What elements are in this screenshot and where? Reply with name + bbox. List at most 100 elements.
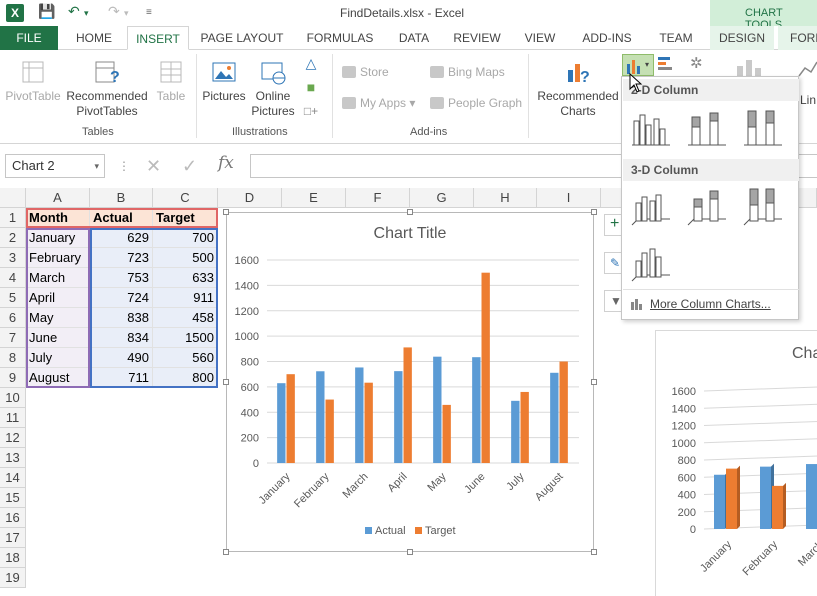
table-cell[interactable]: 500 [153,248,218,268]
redo-dropdown-icon[interactable]: ▾ [124,8,129,19]
table-cell[interactable]: 838 [90,308,153,328]
stacked-column-option[interactable] [686,107,728,149]
chart-resize-handle[interactable] [591,549,597,555]
table-cell[interactable]: 629 [90,228,153,248]
redo-icon[interactable]: ↷ [108,3,120,20]
recommended-charts-button[interactable]: ? Recommended Charts [534,58,622,119]
tab-page-layout[interactable]: PAGE LAYOUT [194,26,290,50]
column-header[interactable]: F [346,188,410,208]
insert-function-icon[interactable]: fx [218,153,234,173]
recommended-pivottables-button[interactable]: ? Recommended PivotTables [64,58,150,119]
table-cell[interactable]: 800 [153,368,218,388]
chart-resize-handle[interactable] [223,549,229,555]
cancel-formula-icon[interactable]: ✕ [146,156,161,177]
tab-team[interactable]: TEAM [650,26,702,50]
header-cell-target[interactable]: Target [153,208,218,228]
pivottable-button[interactable]: PivotTable [4,58,62,104]
chart-resize-handle[interactable] [223,379,229,385]
row-header[interactable]: 6 [0,308,26,328]
row-header[interactable]: 14 [0,468,26,488]
table-cell[interactable]: August [26,368,90,388]
row-header[interactable]: 18 [0,548,26,568]
tab-file[interactable]: FILE [0,26,58,50]
row-header[interactable]: 16 [0,508,26,528]
row-header[interactable]: 8 [0,348,26,368]
tab-data[interactable]: DATA [390,26,438,50]
table-cell[interactable]: February [26,248,90,268]
undo-dropdown-icon[interactable]: ▾ [84,8,89,19]
tab-view[interactable]: VIEW [516,26,564,50]
chart-resize-handle[interactable] [591,209,597,215]
smartart-button[interactable]: ■ [298,80,324,96]
column-header[interactable]: G [410,188,474,208]
table-cell[interactable]: July [26,348,90,368]
sparkline-line-button[interactable] [797,58,817,80]
row-header[interactable]: 9 [0,368,26,388]
tab-formulas[interactable]: FORMULAS [298,26,382,50]
100-stacked-column-option[interactable] [742,107,784,149]
row-header[interactable]: 5 [0,288,26,308]
more-column-charts-item[interactable]: More Column Charts... [630,297,771,311]
name-box-dropdown-icon[interactable]: ▾ [94,155,99,177]
3d-clustered-column-option[interactable] [630,185,672,227]
row-header[interactable]: 19 [0,568,26,588]
row-header[interactable]: 7 [0,328,26,348]
row-header[interactable]: 17 [0,528,26,548]
table-cell[interactable]: 753 [90,268,153,288]
column-header[interactable]: B [90,188,153,208]
column-header[interactable]: C [153,188,218,208]
table-cell[interactable]: 834 [90,328,153,348]
undo-icon[interactable]: ↶ [68,3,80,20]
table-cell[interactable]: 560 [153,348,218,368]
tab-design[interactable]: DESIGN [710,26,774,50]
column-header[interactable]: I [537,188,601,208]
table-cell[interactable]: 724 [90,288,153,308]
shapes-button[interactable]: △ [298,56,324,72]
row-header[interactable]: 2 [0,228,26,248]
row-header[interactable]: 3 [0,248,26,268]
radar-chart-button[interactable]: ✲ [690,54,718,72]
tab-format[interactable]: FORM [778,26,817,50]
bar-chart-button[interactable] [658,56,686,74]
table-cell[interactable]: 490 [90,348,153,368]
online-pictures-button[interactable]: Online Pictures [250,58,296,119]
chart-resize-handle[interactable] [407,209,413,215]
chart-resize-handle[interactable] [591,379,597,385]
3d-column-option[interactable] [630,241,672,283]
row-header[interactable]: 11 [0,408,26,428]
store-button[interactable]: Store [342,65,389,79]
row-header[interactable]: 4 [0,268,26,288]
header-cell-month[interactable]: Month [26,208,90,228]
column-header[interactable]: D [218,188,282,208]
row-header[interactable]: 15 [0,488,26,508]
column-header[interactable]: A [26,188,90,208]
column-chart[interactable]: Chart Title 0 200 400 600 800 1000 1200 1400 160… [226,212,594,552]
table-cell[interactable]: 458 [153,308,218,328]
enter-formula-icon[interactable]: ✓ [182,156,197,177]
table-cell[interactable]: 723 [90,248,153,268]
pictures-button[interactable]: Pictures [200,58,248,104]
table-cell[interactable]: March [26,268,90,288]
header-cell-actual[interactable]: Actual [90,208,153,228]
tab-add-ins[interactable]: ADD-INS [572,26,642,50]
bing-maps-button[interactable]: Bing Maps [430,65,505,79]
people-graph-button[interactable]: People Graph [430,96,522,110]
column-header[interactable]: E [282,188,346,208]
row-header[interactable]: 12 [0,428,26,448]
table-cell[interactable]: June [26,328,90,348]
table-cell[interactable]: April [26,288,90,308]
customize-toolbar-icon[interactable]: ≡ [146,7,152,18]
table-button[interactable]: Table [152,58,190,104]
my-apps-button[interactable]: My Apps ▾ [342,96,415,110]
row-header[interactable]: 1 [0,208,26,228]
table-cell[interactable]: May [26,308,90,328]
chart-resize-handle[interactable] [223,209,229,215]
clustered-column-option[interactable] [630,107,672,149]
screenshot-button[interactable]: □+ [298,104,324,119]
tab-home[interactable]: HOME [62,26,126,50]
row-header[interactable]: 10 [0,388,26,408]
chart-resize-handle[interactable] [407,549,413,555]
table-cell[interactable]: 711 [90,368,153,388]
table-cell[interactable]: 1500 [153,328,218,348]
3d-column-chart[interactable]: Cha 0 200 400 600 800 1000 1200 1400 1600 January… [655,330,817,596]
